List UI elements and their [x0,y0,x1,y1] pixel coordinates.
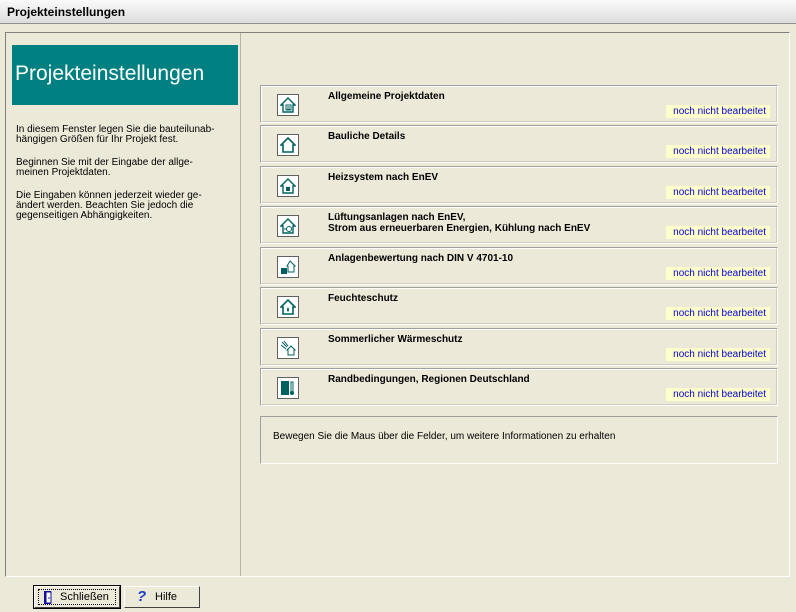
system-rating-icon[interactable] [277,256,299,278]
close-button[interactable]: Schließen [33,585,121,609]
section-allgemeine-projektdaten[interactable]: Allgemeine Projektdaten noch nicht bearb… [260,85,778,123]
status-badge: noch nicht bearbeitet [666,307,770,320]
help-icon: ? [137,588,147,605]
section-bauliche-details[interactable]: Bauliche Details noch nicht bearbeitet [260,125,778,163]
door-icon [43,591,55,607]
house-heating-icon[interactable] [277,175,299,197]
house-moisture-icon[interactable] [277,296,299,318]
bottom-toolbar: Schließen ? Hilfe [0,578,796,612]
section-title: Lüftungsanlagen nach EnEV, Strom aus ern… [328,212,591,234]
info-text: Bewegen Sie die Maus über die Felder, um… [273,431,616,442]
section-sommerlicher-waermeschutz[interactable]: Sommerlicher Wärmeschutz noch nicht bear… [260,328,778,366]
info-box: Bewegen Sie die Maus über die Felder, um… [260,416,778,464]
section-title: Randbedingungen, Regionen Deutschland [328,374,530,385]
thermometer-icon[interactable] [277,377,299,399]
sidebar-title: Projekteinstellungen [15,62,205,85]
section-title: Sommerlicher Wärmeschutz [328,334,463,345]
help-button[interactable]: ? Hilfe [124,586,200,608]
house-outline-icon[interactable] [277,134,299,156]
section-heizsystem[interactable]: Heizsystem nach EnEV noch nicht bearbeit… [260,166,778,204]
window-title: Projekteinstellungen [7,5,126,19]
status-badge: noch nicht bearbeitet [666,388,770,401]
sidebar-paragraph-changes: Die Eingaben können jederzeit wieder ge-… [16,190,202,221]
sidebar-header: Projekteinstellungen [12,45,238,105]
section-title: Allgemeine Projektdaten [328,91,445,102]
sidebar-paragraph-start: Beginnen Sie mit der Eingabe der allge- … [16,157,193,178]
status-badge: noch nicht bearbeitet [666,186,770,199]
section-feuchteschutz[interactable]: Feuchteschutz noch nicht bearbeitet [260,287,778,325]
house-ventilation-icon[interactable] [277,215,299,237]
section-anlagenbewertung[interactable]: Anlagenbewertung nach DIN V 4701-10 noch… [260,247,778,285]
section-title: Bauliche Details [328,131,406,142]
section-lueftungsanlagen[interactable]: Lüftungsanlagen nach EnEV, Strom aus ern… [260,206,778,244]
title-bar: Projekteinstellungen [0,0,796,24]
status-badge: noch nicht bearbeitet [666,105,770,118]
status-badge: noch nicht bearbeitet [666,226,770,239]
section-title: Feuchteschutz [328,293,399,304]
status-badge: noch nicht bearbeitet [666,145,770,158]
project-settings-window: Projekteinstellungen Projekteinstellunge… [0,0,796,612]
summer-heat-protection-icon[interactable] [277,337,299,359]
close-button-label: Schließen [60,591,109,603]
house-document-icon[interactable] [277,94,299,116]
status-badge: noch nicht bearbeitet [666,348,770,361]
section-title: Heizsystem nach EnEV [328,172,439,183]
section-randbedingungen[interactable]: Randbedingungen, Regionen Deutschland no… [260,368,778,406]
sidebar-paragraph-intro: In diesem Fenster legen Sie die bauteilu… [16,124,215,145]
help-button-label: Hilfe [155,591,178,603]
section-title: Anlagenbewertung nach DIN V 4701-10 [328,253,514,264]
status-badge: noch nicht bearbeitet [666,267,770,280]
sidebar: Projekteinstellungen In diesem Fenster l… [6,33,241,576]
